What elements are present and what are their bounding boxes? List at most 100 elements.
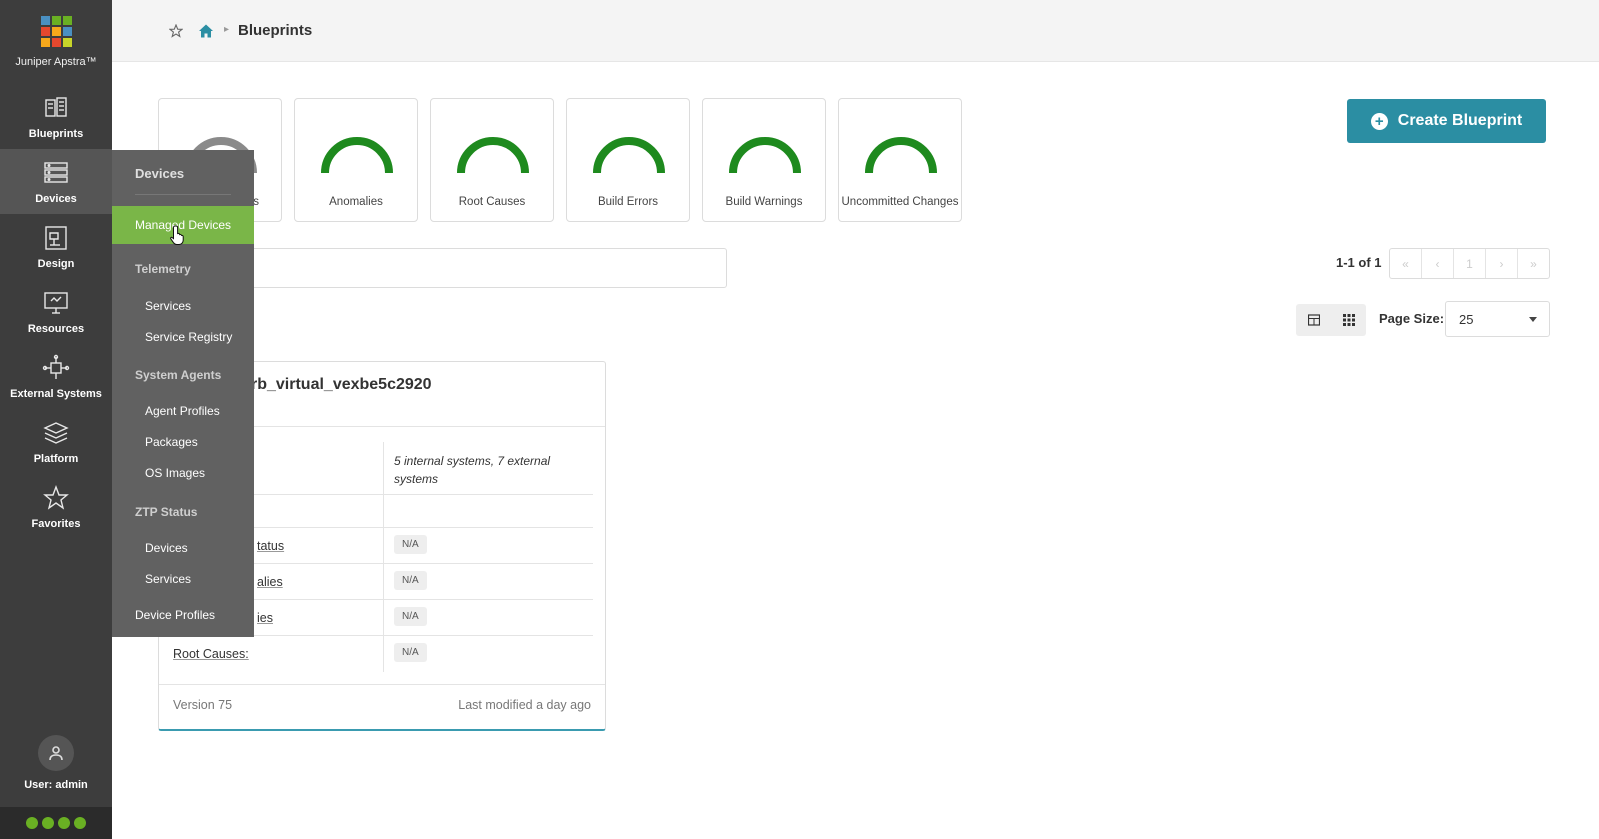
nav-item-label: Favorites (31, 517, 81, 530)
status-card-label: Anomalies (329, 196, 383, 208)
avatar (38, 735, 74, 771)
detail-key[interactable]: alies (257, 575, 467, 589)
flyout-item-os-images[interactable]: OS Images (145, 466, 205, 480)
logo-tile (40, 27, 50, 36)
nav-item-external-systems[interactable]: External Systems (0, 344, 112, 409)
caret-down-icon (1529, 317, 1537, 322)
main-nav: Juniper Apstra™ Blueprints Devices Desig… (0, 0, 112, 839)
status-badge: N/A (394, 535, 427, 554)
flyout-item-ztp-services[interactable]: Services (145, 572, 191, 586)
nav-item-platform[interactable]: Platform (0, 409, 112, 474)
top-header: ▸ Blueprints (112, 0, 1599, 62)
detail-value: N/A (383, 564, 427, 599)
status-badge: N/A (394, 607, 427, 626)
detail-key[interactable]: tatus (257, 539, 467, 553)
status-card-root-causes[interactable]: Root Causes (430, 98, 554, 222)
flyout-item-packages[interactable]: Packages (145, 435, 198, 449)
status-dot-icon (26, 817, 38, 829)
devices-icon (44, 161, 68, 183)
status-dot-icon (58, 817, 70, 829)
page-size-value: 25 (1459, 312, 1474, 327)
view-toggle (1296, 304, 1366, 336)
logo-tile (40, 16, 50, 25)
blueprint-last-modified: Last modified a day ago (458, 698, 591, 712)
detail-row: Root Causes: N/A (173, 636, 593, 672)
prev-page-button[interactable]: ‹ (1422, 249, 1454, 278)
detail-key[interactable]: Root Causes: (173, 647, 383, 661)
detail-value: N/A (383, 600, 427, 635)
status-card-label: Uncommitted Changes (841, 196, 959, 208)
status-card-label: Build Errors (597, 196, 659, 208)
nav-item-label: External Systems (10, 387, 102, 400)
last-page-button[interactable]: » (1518, 249, 1549, 278)
resources-icon (44, 291, 68, 314)
logo-tile (62, 27, 72, 36)
flyout-item-telemetry-services[interactable]: Services (145, 299, 191, 313)
detail-value: N/A (383, 528, 427, 563)
flyout-item-ztp-devices[interactable]: Devices (145, 541, 188, 555)
devices-flyout-menu: Devices Managed Devices Telemetry Servic… (112, 150, 254, 637)
detail-key[interactable]: ies (257, 611, 467, 625)
breadcrumb-separator: ▸ (224, 24, 230, 35)
flyout-section-system-agents: System Agents (135, 368, 222, 382)
nav-item-favorites[interactable]: Favorites (0, 474, 112, 539)
divider (135, 194, 231, 195)
logo-tile (51, 16, 61, 25)
gauge-icon (865, 137, 937, 174)
user-menu[interactable]: User: admin (0, 735, 112, 791)
create-blueprint-button[interactable]: + Create Blueprint (1347, 99, 1546, 143)
grid-view-icon[interactable] (1342, 314, 1355, 326)
user-icon (49, 746, 63, 761)
logo-tile (40, 38, 50, 47)
logo-tile (51, 27, 61, 36)
favorite-star-icon[interactable] (169, 24, 183, 38)
page-size-label: Page Size: (1379, 311, 1445, 326)
blueprint-title[interactable]: rb_virtual_vexbe5c2920 (251, 376, 432, 394)
brand-name: Juniper Apstra™ (15, 56, 97, 68)
status-card-label: Build Warnings (725, 196, 803, 208)
status-card-anomalies[interactable]: Anomalies (294, 98, 418, 222)
status-card-build-warnings[interactable]: Build Warnings (702, 98, 826, 222)
gauge-icon (593, 137, 665, 174)
nav-item-design[interactable]: Design (0, 214, 112, 279)
next-page-button[interactable]: › (1486, 249, 1518, 278)
nav-item-label: Resources (27, 322, 85, 335)
detail-value: 5 internal systems, 7 external systems (383, 442, 593, 494)
page-size-select[interactable]: 25 (1445, 301, 1550, 337)
system-status-indicator[interactable] (0, 807, 112, 839)
logo-tile (62, 16, 72, 25)
user-label: User: admin (24, 779, 88, 791)
blueprint-version: Version 75 (173, 698, 233, 712)
status-card-label: Root Causes (458, 196, 526, 208)
external-systems-icon (42, 354, 70, 379)
status-badge: N/A (394, 643, 427, 662)
home-icon[interactable] (198, 23, 214, 39)
create-blueprint-label: Create Blueprint (1397, 112, 1523, 129)
nav-item-label: Blueprints (28, 127, 84, 140)
page-title: Blueprints (238, 22, 313, 39)
status-card-uncommitted-changes[interactable]: Uncommitted Changes (838, 98, 962, 222)
flyout-item-service-registry[interactable]: Service Registry (145, 330, 232, 344)
platform-icon (43, 421, 69, 444)
first-page-button[interactable]: « (1390, 249, 1422, 278)
logo-tile (51, 38, 61, 47)
plus-circle-icon: + (1370, 112, 1388, 130)
nav-item-resources[interactable]: Resources (0, 279, 112, 344)
logo[interactable]: Juniper Apstra™ (0, 0, 112, 84)
nav-item-blueprints[interactable]: Blueprints (0, 84, 112, 149)
flyout-item-device-profiles[interactable]: Device Profiles (135, 608, 215, 622)
design-icon (45, 225, 67, 250)
table-view-icon[interactable] (1307, 314, 1320, 326)
gauge-icon (457, 137, 529, 174)
nav-item-devices[interactable]: Devices (0, 149, 112, 214)
flyout-section-telemetry: Telemetry (135, 262, 191, 276)
nav-item-label: Devices (35, 192, 77, 205)
detail-value (383, 495, 394, 527)
current-page[interactable]: 1 (1454, 249, 1486, 278)
status-card-build-errors[interactable]: Build Errors (566, 98, 690, 222)
pagination-controls: « ‹ 1 › » (1389, 248, 1550, 279)
flyout-item-agent-profiles[interactable]: Agent Profiles (145, 404, 220, 418)
logo-icon (40, 16, 72, 47)
status-badge: N/A (394, 571, 427, 590)
star-icon (43, 484, 69, 510)
